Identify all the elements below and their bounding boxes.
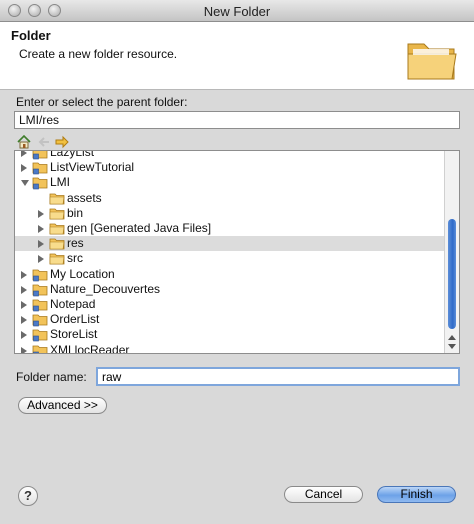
folder-icon	[49, 223, 65, 235]
tree-item[interactable]: res	[15, 236, 445, 252]
collapsed-triangle-icon[interactable]	[21, 316, 27, 325]
project-folder-icon	[32, 177, 48, 190]
folder-icon	[49, 253, 65, 265]
collapsed-triangle-icon[interactable]	[38, 225, 44, 233]
tree-item-label: StoreList	[50, 327, 98, 342]
home-icon[interactable]	[16, 134, 32, 150]
folder-banner-icon	[407, 43, 457, 80]
parent-folder-label: Enter or select the parent folder:	[16, 95, 188, 109]
project-folder-icon	[32, 284, 48, 297]
collapsed-triangle-icon[interactable]	[21, 164, 27, 173]
tree-item[interactable]: bin	[15, 206, 445, 221]
tree-item-label: XMLlocReader	[50, 342, 130, 354]
tree-item-label: ListViewTutorial	[50, 160, 135, 175]
project-folder-icon	[32, 329, 48, 342]
tree-item-label: res	[67, 236, 84, 251]
project-folder-icon	[32, 269, 48, 281]
tree-item-label: LazyList	[50, 150, 95, 159]
project-folder-icon	[32, 162, 48, 175]
collapsed-triangle-icon[interactable]	[38, 255, 44, 264]
collapsed-triangle-icon[interactable]	[38, 209, 44, 218]
tree-vertical-scrollbar[interactable]	[444, 151, 459, 353]
collapsed-triangle-icon[interactable]	[21, 301, 27, 309]
tree-item-label: My Location	[50, 266, 115, 281]
tree-item-label: src	[67, 251, 83, 266]
project-folder-icon	[32, 299, 48, 312]
advanced-button[interactable]: Advanced >>	[18, 397, 107, 414]
tree-item[interactable]: OrderList	[15, 312, 445, 327]
finish-button[interactable]: Finish	[377, 486, 456, 503]
title-bar: New Folder	[0, 0, 474, 22]
tree-item[interactable]: LazyList	[15, 150, 445, 160]
tree-item-label: LMI	[50, 175, 71, 190]
folder-tree[interactable]: LazyList ListViewTutorial LMI assets bin gen …	[14, 150, 460, 354]
folder-name-input[interactable]	[96, 367, 460, 386]
help-button[interactable]: ?	[18, 486, 38, 506]
dialog-header: Folder Create a new folder resource.	[0, 22, 474, 90]
tree-item-label: assets	[67, 190, 102, 205]
tree-item[interactable]: My Location	[15, 267, 445, 282]
parent-folder-input[interactable]: LMI/res	[14, 111, 460, 129]
tree-item[interactable]: src	[15, 251, 445, 266]
forward-arrow-icon[interactable]	[54, 134, 70, 150]
tree-item-label: bin	[67, 205, 84, 220]
collapsed-triangle-icon[interactable]	[21, 346, 27, 353]
tree-item[interactable]: XMLlocReader	[15, 342, 445, 354]
folder-icon	[49, 238, 65, 250]
collapsed-triangle-icon[interactable]	[21, 331, 27, 340]
tree-item[interactable]: Notepad	[15, 297, 445, 312]
folder-icon	[49, 193, 65, 204]
tree-item[interactable]: ListViewTutorial	[15, 160, 445, 175]
expanded-triangle-icon[interactable]	[21, 180, 29, 187]
tree-item-label: gen [Generated Java Files]	[67, 221, 212, 235]
scrollbar-thumb[interactable]	[448, 219, 456, 329]
project-folder-icon	[32, 345, 48, 353]
project-folder-icon	[32, 151, 48, 160]
tree-item[interactable]: StoreList	[15, 327, 445, 342]
tree-item-label: OrderList	[50, 312, 100, 327]
scroll-down-arrow-icon[interactable]	[448, 344, 456, 349]
folder-icon	[49, 208, 65, 220]
tree-item[interactable]: gen [Generated Java Files]	[15, 221, 445, 236]
tree-item-label: Nature_Decouvertes	[50, 281, 161, 296]
back-arrow-icon[interactable]	[36, 134, 52, 150]
collapsed-triangle-icon[interactable]	[21, 151, 27, 157]
folder-name-label: Folder name:	[16, 370, 87, 384]
scroll-up-arrow-icon[interactable]	[448, 335, 456, 340]
header-title: Folder	[11, 28, 51, 43]
collapsed-triangle-icon[interactable]	[21, 270, 27, 279]
project-folder-icon	[32, 314, 48, 327]
header-message: Create a new folder resource.	[19, 47, 178, 61]
tree-item-label: Notepad	[50, 297, 96, 311]
tree-item[interactable]: LMI	[15, 175, 445, 190]
collapsed-triangle-icon[interactable]	[21, 285, 27, 294]
tree-item[interactable]: assets	[15, 191, 445, 206]
tree-item[interactable]: Nature_Decouvertes	[15, 282, 445, 297]
window-title: New Folder	[203, 4, 271, 19]
collapsed-triangle-icon[interactable]	[38, 240, 44, 249]
cancel-button[interactable]: Cancel	[284, 486, 363, 503]
